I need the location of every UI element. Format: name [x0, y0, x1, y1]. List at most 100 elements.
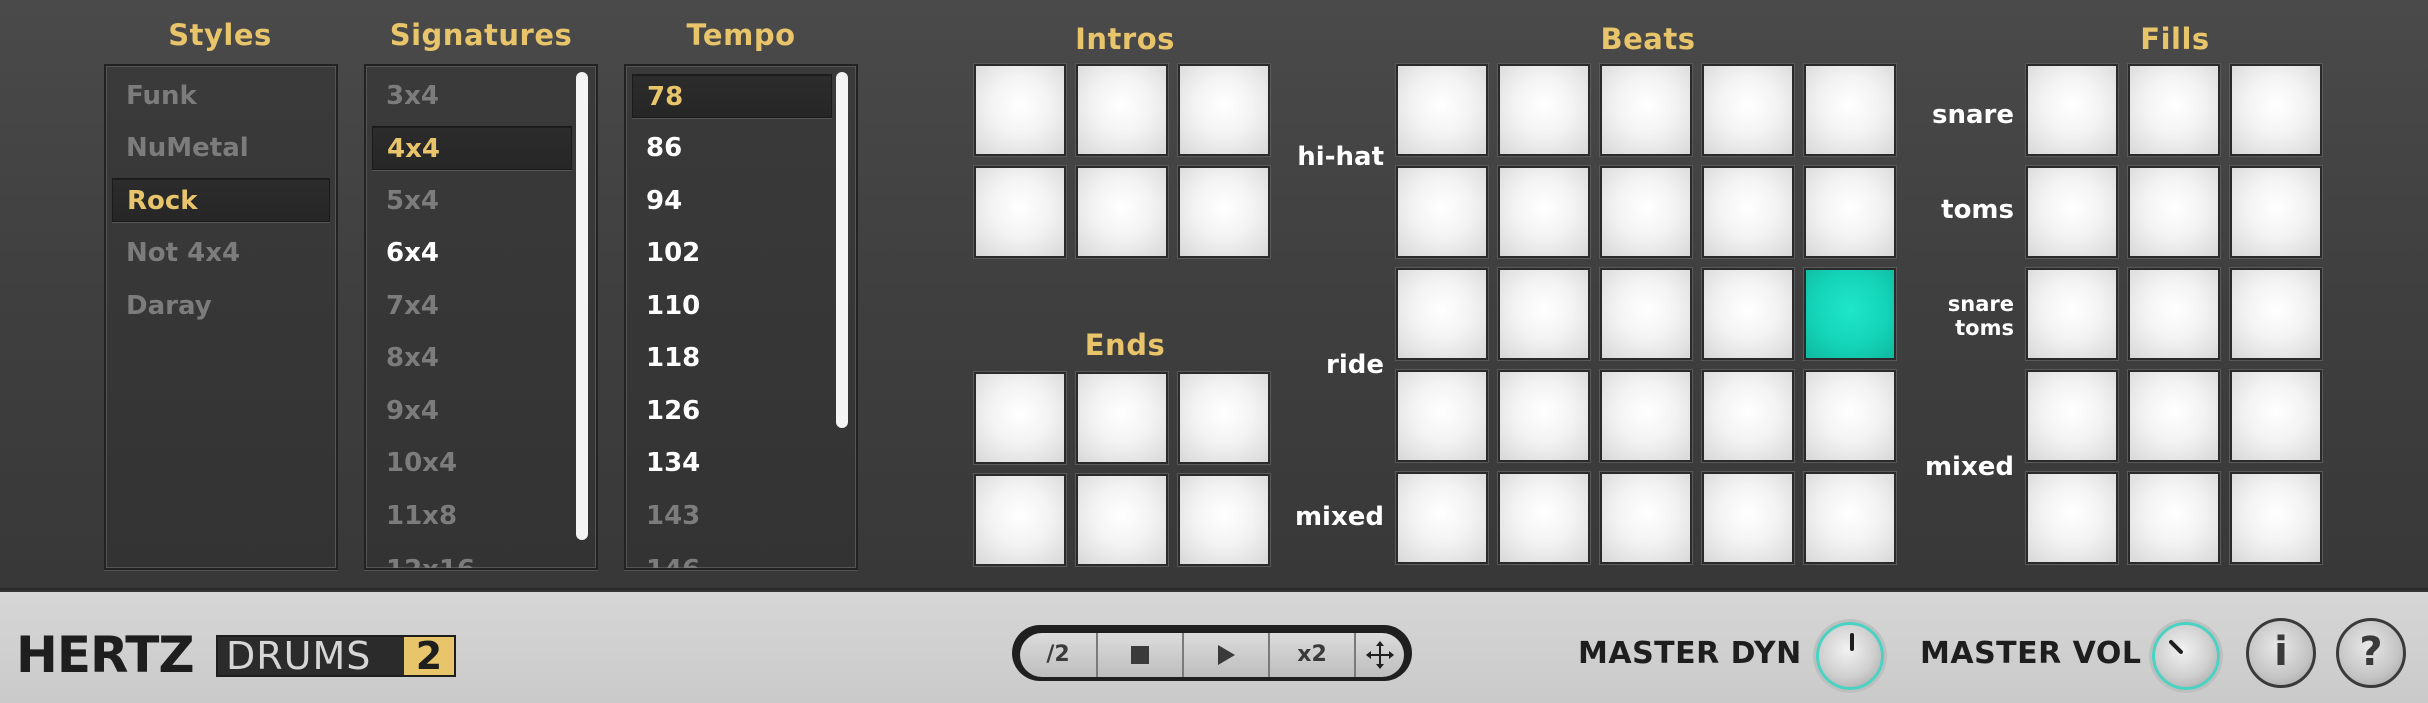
fill-pad[interactable] [2128, 370, 2220, 462]
fill-pad[interactable] [2128, 64, 2220, 156]
beat-pad[interactable] [1600, 268, 1692, 360]
tempo-item[interactable]: 126 [632, 389, 832, 433]
double-tempo-button[interactable]: x2 [1270, 633, 1356, 677]
intro-pad[interactable] [974, 64, 1066, 156]
fill-pad[interactable] [2026, 166, 2118, 258]
beat-pad[interactable] [1804, 64, 1896, 156]
styles-list[interactable]: Funk NuMetal Rock Not 4x4 Daray [104, 64, 338, 570]
intro-pad[interactable] [974, 166, 1066, 258]
play-button[interactable] [1184, 633, 1270, 677]
beat-pad[interactable] [1702, 268, 1794, 360]
fill-pad[interactable] [2230, 370, 2322, 462]
beat-pad[interactable] [1498, 472, 1590, 564]
knob-pointer [2168, 639, 2184, 655]
fills-row-label-snare-toms-top: snare [1947, 292, 2014, 316]
beat-pad[interactable] [1804, 268, 1896, 360]
beat-pad[interactable] [1702, 472, 1794, 564]
info-button[interactable]: i [2246, 618, 2316, 688]
beat-pad[interactable] [1702, 64, 1794, 156]
fill-pad[interactable] [2026, 268, 2118, 360]
half-tempo-button[interactable]: /2 [1020, 633, 1098, 677]
end-pad[interactable] [974, 474, 1066, 566]
tempo-item[interactable]: 118 [632, 336, 832, 380]
signature-item[interactable]: 9x4 [372, 389, 572, 433]
intro-pad[interactable] [1178, 64, 1270, 156]
tempo-item[interactable]: 146 [632, 548, 832, 568]
tempo-list[interactable]: 78 86 94 102 110 118 126 134 143 146 [624, 64, 858, 570]
end-pad[interactable] [1076, 474, 1168, 566]
help-button[interactable]: ? [2336, 618, 2406, 688]
half-tempo-label: /2 [1046, 642, 1070, 667]
beat-pad[interactable] [1600, 166, 1692, 258]
beat-pad[interactable] [1600, 472, 1692, 564]
tempo-item[interactable]: 86 [632, 126, 832, 170]
fill-pad[interactable] [2128, 472, 2220, 564]
beat-pad[interactable] [1396, 472, 1488, 564]
end-pad[interactable] [1178, 372, 1270, 464]
signature-item[interactable]: 10x4 [372, 441, 572, 485]
beat-pad[interactable] [1702, 166, 1794, 258]
beat-pad[interactable] [1396, 166, 1488, 258]
fill-pad[interactable] [2230, 268, 2322, 360]
beat-pad[interactable] [1498, 268, 1590, 360]
signature-item[interactable]: 7x4 [372, 284, 572, 328]
signature-item[interactable]: 4x4 [372, 126, 572, 170]
fill-pad[interactable] [2026, 370, 2118, 462]
intro-pad[interactable] [1178, 166, 1270, 258]
beat-pad[interactable] [1804, 166, 1896, 258]
fill-pad[interactable] [2128, 268, 2220, 360]
end-pad[interactable] [974, 372, 1066, 464]
fill-pad[interactable] [2230, 472, 2322, 564]
beat-pad[interactable] [1498, 166, 1590, 258]
beats-title: Beats [1600, 22, 1696, 56]
beat-pad[interactable] [1498, 64, 1590, 156]
fill-pad[interactable] [2230, 166, 2322, 258]
tempo-scrollbar[interactable] [836, 72, 848, 428]
fill-pad[interactable] [2128, 166, 2220, 258]
fill-pad[interactable] [2026, 64, 2118, 156]
signature-item[interactable]: 3x4 [372, 74, 572, 118]
signature-item[interactable]: 11x8 [372, 494, 572, 538]
fill-pad[interactable] [2230, 64, 2322, 156]
fill-pad[interactable] [2026, 472, 2118, 564]
play-icon [1218, 645, 1235, 665]
beat-pad[interactable] [1396, 370, 1488, 462]
intro-pad[interactable] [1076, 166, 1168, 258]
signatures-list[interactable]: 3x4 4x4 5x4 6x4 7x4 8x4 9x4 10x4 11x8 12… [364, 64, 598, 570]
logo-hertz-text: HERTZ [16, 626, 195, 684]
tempo-item[interactable]: 143 [632, 494, 832, 538]
end-pad[interactable] [1178, 474, 1270, 566]
fills-row-label-toms: toms [1941, 195, 2014, 225]
intro-pad[interactable] [1076, 64, 1168, 156]
signature-item[interactable]: 8x4 [372, 336, 572, 380]
fills-row-label-snare-toms-bottom: toms [1955, 316, 2014, 340]
help-label: ? [2359, 629, 2383, 675]
signature-item[interactable]: 12x16 [372, 548, 572, 568]
style-item-not-4x4[interactable]: Not 4x4 [112, 231, 330, 275]
master-dyn-knob[interactable] [1816, 622, 1884, 690]
signature-item[interactable]: 5x4 [372, 179, 572, 223]
beat-pad[interactable] [1804, 472, 1896, 564]
style-item-daray[interactable]: Daray [112, 284, 330, 328]
beat-pad[interactable] [1396, 64, 1488, 156]
signature-item[interactable]: 6x4 [372, 231, 572, 275]
tempo-item[interactable]: 134 [632, 441, 832, 485]
style-item-rock[interactable]: Rock [112, 178, 330, 222]
style-item-funk[interactable]: Funk [112, 74, 330, 118]
beat-pad[interactable] [1396, 268, 1488, 360]
end-pad[interactable] [1076, 372, 1168, 464]
style-item-numetal[interactable]: NuMetal [112, 126, 330, 170]
tempo-item[interactable]: 110 [632, 284, 832, 328]
beat-pad[interactable] [1600, 370, 1692, 462]
signatures-scrollbar[interactable] [576, 72, 588, 540]
beat-pad[interactable] [1702, 370, 1794, 462]
tempo-item[interactable]: 102 [632, 231, 832, 275]
beat-pad[interactable] [1498, 370, 1590, 462]
master-vol-knob[interactable] [2152, 622, 2220, 690]
tempo-item[interactable]: 94 [632, 179, 832, 223]
stop-button[interactable] [1098, 633, 1184, 677]
tempo-item[interactable]: 78 [632, 74, 832, 118]
beat-pad[interactable] [1804, 370, 1896, 462]
beat-pad[interactable] [1600, 64, 1692, 156]
drag-button[interactable] [1356, 633, 1404, 677]
